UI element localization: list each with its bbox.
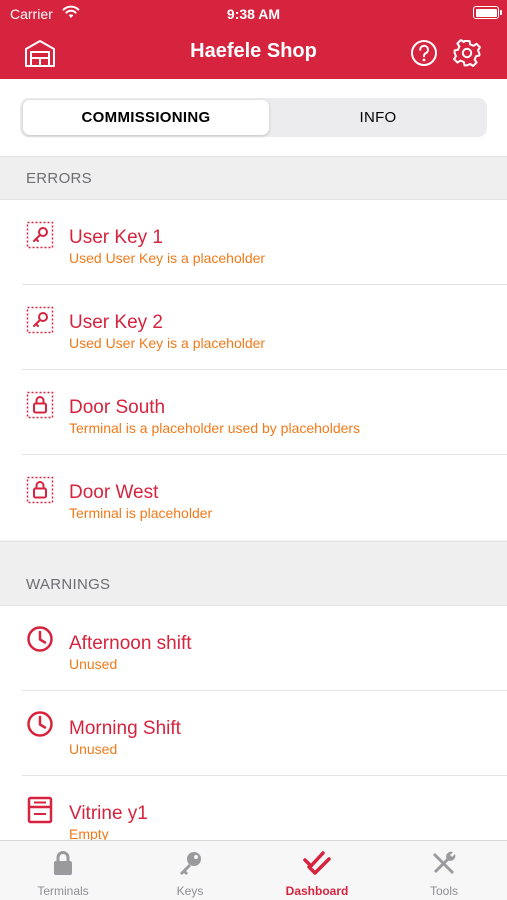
lock-icon: [54, 851, 72, 875]
key-icon: [26, 306, 54, 334]
segment-commissioning[interactable]: COMMISSIONING: [23, 100, 269, 135]
key-icon: [26, 221, 54, 249]
tab-keys[interactable]: Keys: [127, 841, 253, 900]
errors-list: User Key 1 Used User Key is a placeholde…: [0, 200, 507, 540]
status-time: 9:38 AM: [226, 6, 281, 22]
item-subtitle: Terminal is placeholder: [69, 505, 213, 521]
segmented-control: COMMISSIONING INFO: [20, 98, 487, 137]
item-subtitle: Used User Key is a placeholder: [69, 335, 266, 351]
help-icon[interactable]: [410, 39, 438, 67]
item-title: Door South: [69, 397, 166, 418]
tab-tools[interactable]: Tools: [381, 841, 507, 900]
item-subtitle: Used User Key is a placeholder: [69, 250, 266, 266]
tools-icon: [433, 851, 456, 874]
warnings-list: Afternoon shift Unused Morning Shift Unu…: [0, 606, 507, 861]
tab-label: Dashboard: [285, 884, 349, 898]
list-item[interactable]: Door West Terminal is placeholder: [0, 455, 507, 540]
navigation-header: Carrier 9:38 AM Haefele Shop: [0, 0, 507, 79]
warnings-header-label: WARNINGS: [26, 576, 111, 593]
segment-container: COMMISSIONING INFO: [0, 79, 507, 156]
lock-icon: [26, 391, 54, 419]
item-title: Morning Shift: [69, 718, 181, 739]
tab-bar: Terminals Keys Dashboard Tools: [0, 840, 507, 900]
list-item[interactable]: Morning Shift Unused: [0, 691, 507, 776]
item-title: User Key 2: [69, 312, 163, 333]
errors-header-label: ERRORS: [26, 170, 92, 187]
cabinet-icon: [27, 796, 53, 824]
clock-icon: [27, 626, 53, 652]
tab-label: Tools: [429, 884, 458, 898]
tab-label: Terminals: [37, 884, 89, 898]
warnings-section-header: WARNINGS: [0, 541, 507, 606]
tab-dashboard[interactable]: Dashboard: [254, 841, 380, 900]
list-item[interactable]: User Key 2 Used User Key is a placeholde…: [0, 285, 507, 370]
item-subtitle: Unused: [69, 656, 118, 672]
item-title: Afternoon shift: [69, 633, 192, 654]
item-subtitle: Terminal is a placeholder used by placeh…: [69, 420, 361, 436]
list-item[interactable]: Afternoon shift Unused: [0, 606, 507, 691]
status-bar: Carrier 9:38 AM: [0, 0, 507, 28]
gear-icon[interactable]: [452, 38, 482, 68]
list-item[interactable]: Door South Terminal is a placeholder use…: [0, 370, 507, 455]
checkmarks-icon: [303, 851, 331, 875]
tab-terminals[interactable]: Terminals: [0, 841, 126, 900]
battery-icon: [473, 6, 502, 19]
errors-section-header: ERRORS: [0, 156, 507, 200]
clock-icon: [27, 711, 53, 737]
list-item[interactable]: User Key 1 Used User Key is a placeholde…: [0, 200, 507, 285]
segment-info[interactable]: INFO: [272, 100, 484, 135]
item-title: User Key 1: [69, 227, 163, 248]
tab-label: Keys: [176, 884, 204, 898]
key-icon: [180, 852, 201, 875]
item-subtitle: Unused: [69, 741, 118, 757]
lock-icon: [26, 476, 54, 504]
item-title: Door West: [69, 482, 159, 503]
item-title: Vitrine y1: [69, 803, 148, 824]
